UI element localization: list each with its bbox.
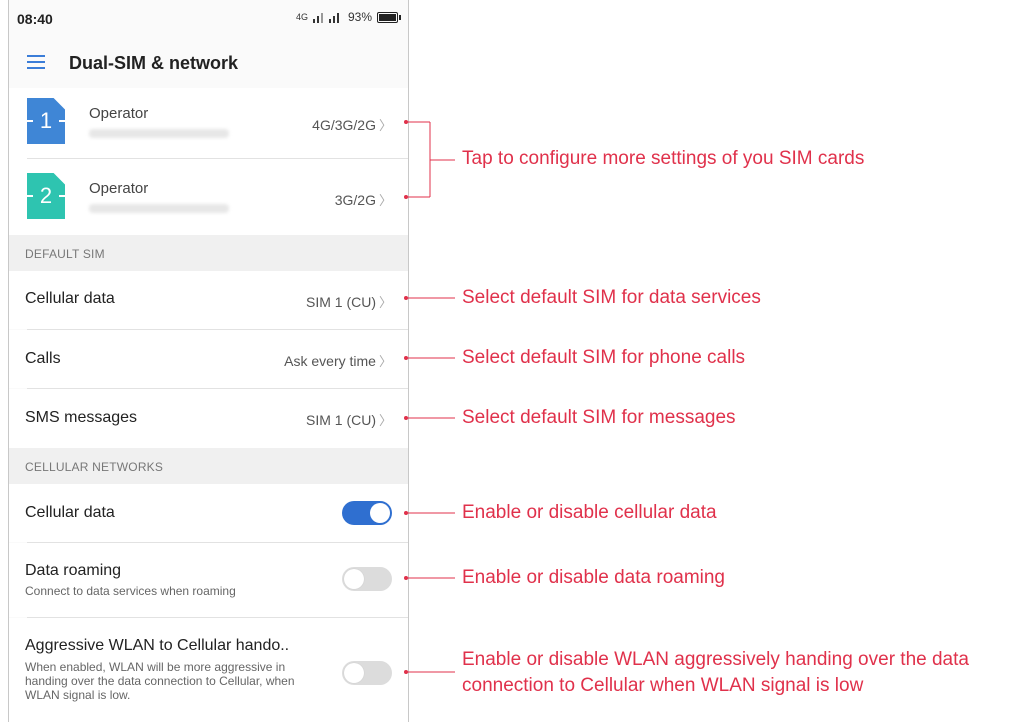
callout-phone-calls: Select default SIM for phone calls (462, 347, 746, 368)
callout-messages: Select default SIM for messages (462, 407, 736, 428)
callout-cellular-data: Enable or disable cellular data (462, 502, 717, 523)
callout-wlan-line1: Enable or disable WLAN aggressively hand… (462, 649, 969, 670)
callout-data-roaming: Enable or disable data roaming (462, 567, 726, 588)
callout-data-services: Select default SIM for data services (462, 287, 761, 308)
callout-sim-cards: Tap to configure more settings of you SI… (462, 148, 865, 169)
callout-wlan-line2: connection to Cellular when WLAN signal … (462, 675, 864, 696)
